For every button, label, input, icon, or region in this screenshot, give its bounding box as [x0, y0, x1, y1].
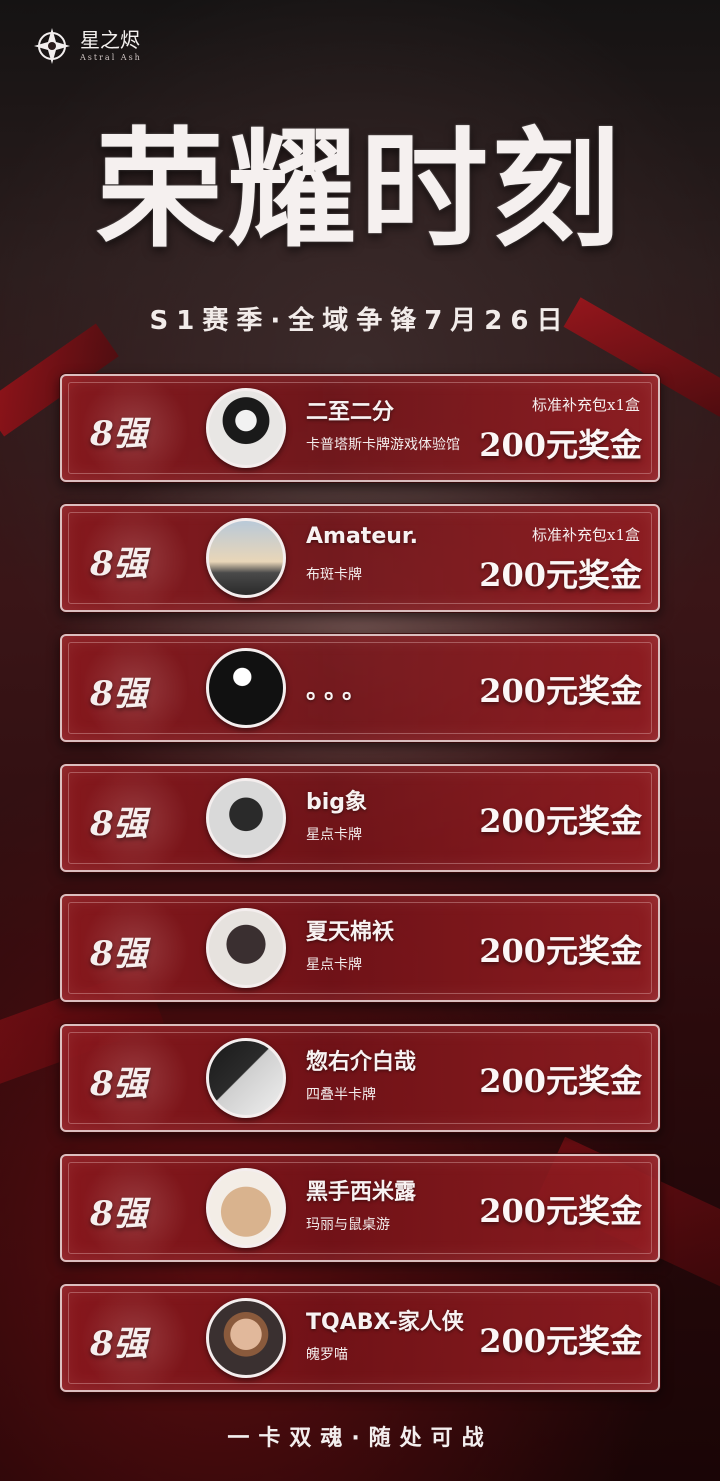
player-name: 。。。	[306, 676, 372, 704]
brand-logo: 星之烬 Astral Ash	[30, 24, 142, 68]
player-name: TQABX-家人侠	[306, 1310, 464, 1335]
rank-label: 8强	[90, 674, 148, 714]
ranking-card: 8强 惣右介白哉 四叠半卡牌 200元奖金	[60, 1024, 660, 1132]
ranking-card: 8强 big象 星点卡牌 200元奖金	[60, 764, 660, 872]
prize-pack: 标准补充包x1盒	[531, 526, 640, 544]
ranking-card: 8强 Amateur. 布斑卡牌 标准补充包x1盒 200元奖金	[60, 504, 660, 612]
brand-subtitle: Astral Ash	[80, 53, 142, 62]
player-name: 黑手西米露	[306, 1180, 417, 1205]
season-subtitle: S1赛季·全域争锋7月26日	[149, 306, 571, 336]
avatar	[206, 518, 286, 598]
avatar	[206, 388, 286, 468]
rank-label: 8强	[90, 1194, 148, 1234]
star-logo-icon	[30, 24, 74, 68]
player-team: 星点卡牌	[306, 957, 362, 973]
ranking-card: 8强 黑手西米露 玛丽与鼠桌游 200元奖金	[60, 1154, 660, 1262]
avatar	[206, 778, 286, 858]
prize-cash: 200元奖金	[479, 932, 642, 970]
prize-pack: 标准补充包x1盒	[531, 396, 640, 414]
rank-label: 8强	[90, 804, 148, 844]
prize-cash: 200元奖金	[479, 556, 642, 594]
avatar	[206, 908, 286, 988]
prize-cash: 200元奖金	[479, 1322, 642, 1360]
page-title: 荣耀时刻	[95, 115, 624, 265]
player-team: 玛丽与鼠桌游	[306, 1217, 390, 1233]
prize-cash: 200元奖金	[479, 672, 642, 710]
rank-label: 8强	[90, 1324, 148, 1364]
prize-cash: 200元奖金	[479, 426, 642, 464]
ranking-card: 8强 二至二分 卡普塔斯卡牌游戏体验馆 标准补充包x1盒 200元奖金	[60, 374, 660, 482]
ranking-card: 8强 。。。 200元奖金	[60, 634, 660, 742]
rank-label: 8强	[90, 544, 148, 584]
avatar	[206, 1038, 286, 1118]
prize-cash: 200元奖金	[479, 1062, 642, 1100]
player-team: 魄罗喵	[306, 1347, 348, 1363]
player-name: big象	[306, 790, 368, 815]
player-name: Amateur.	[306, 524, 418, 549]
player-name: 二至二分	[306, 400, 395, 425]
player-team: 星点卡牌	[306, 827, 362, 843]
rank-label: 8强	[90, 1064, 148, 1104]
avatar	[206, 1298, 286, 1378]
player-team: 布斑卡牌	[306, 567, 362, 583]
ranking-card: 8强 夏天棉袄 星点卡牌 200元奖金	[60, 894, 660, 1002]
rank-label: 8强	[90, 934, 148, 974]
avatar	[206, 648, 286, 728]
prize-cash: 200元奖金	[479, 1192, 642, 1230]
footer-slogan: 一卡双魂·随处可战	[227, 1426, 493, 1451]
prize-cash: 200元奖金	[479, 802, 642, 840]
avatar	[206, 1168, 286, 1248]
player-name: 夏天棉袄	[306, 920, 395, 945]
player-team: 四叠半卡牌	[306, 1087, 376, 1103]
brand-name: 星之烬	[80, 28, 140, 52]
ranking-card: 8强 TQABX-家人侠 魄罗喵 200元奖金	[60, 1284, 660, 1392]
player-name: 惣右介白哉	[306, 1050, 417, 1075]
rank-label: 8强	[90, 414, 148, 454]
player-team: 卡普塔斯卡牌游戏体验馆	[306, 437, 460, 453]
